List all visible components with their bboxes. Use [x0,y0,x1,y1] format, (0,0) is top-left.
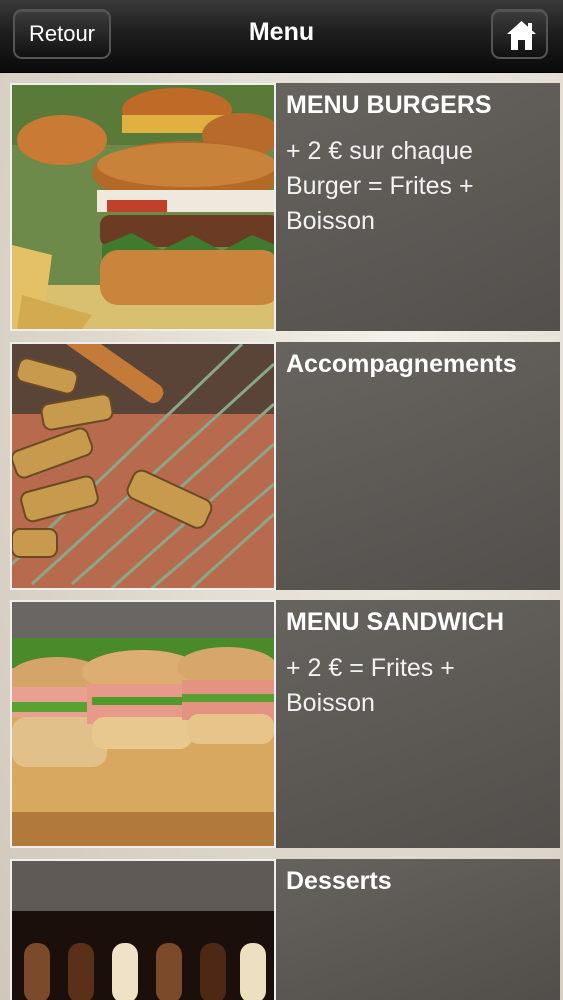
menu-item-accompagnements[interactable]: Accompagnements [10,342,560,590]
item-description: + 2 € = Frites + Boisson [286,654,455,717]
fries-photo [10,342,276,590]
burgers-panel: MENU BURGERS + 2 € sur chaque Burger = F… [276,83,560,331]
sandwich-photo [10,600,276,848]
menu-item-desserts[interactable]: Desserts [10,859,560,1000]
menu-item-sandwich[interactable]: MENU SANDWICH + 2 € = Frites + Boisson [10,600,560,848]
page-title: Menu [248,18,315,46]
accompagnements-panel: Accompagnements [276,342,560,590]
desserts-panel: Desserts [276,859,560,1000]
item-title: MENU SANDWICH [286,608,505,636]
ice-cream-photo [10,859,276,1000]
menu-item-burgers[interactable]: MENU BURGERS + 2 € sur chaque Burger = F… [10,83,560,331]
item-title: Accompagnements [286,350,517,378]
home-icon [507,21,536,50]
home-button[interactable] [491,9,548,59]
item-description: + 2 € sur chaque Burger = Frites + Boiss… [286,137,474,235]
menu-category-list: MENU BURGERS + 2 € sur chaque Burger = F… [0,73,563,1000]
item-title: Desserts [286,867,392,895]
item-title: MENU BURGERS [286,91,492,119]
burger-photo [10,83,276,331]
top-navigation-bar: Retour Menu [0,0,563,73]
sandwich-panel: MENU SANDWICH + 2 € = Frites + Boisson [276,600,560,848]
